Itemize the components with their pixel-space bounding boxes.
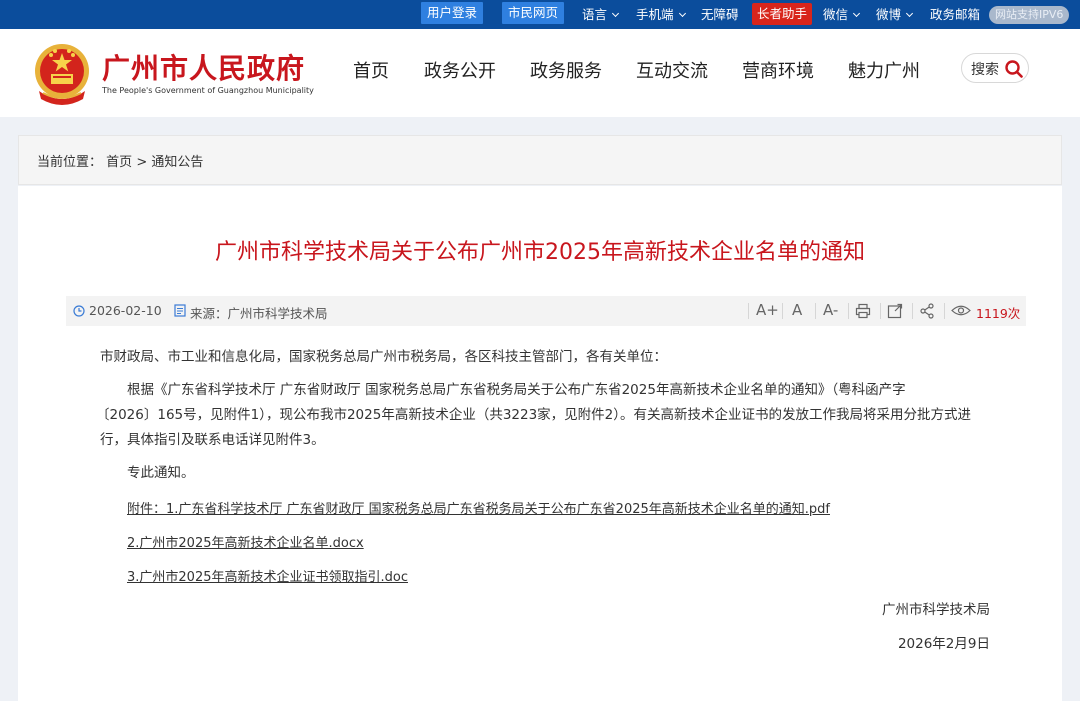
chevron-down-icon: [852, 9, 861, 18]
elder-assistant-button[interactable]: 长者助手: [752, 3, 813, 25]
signature: 广州市科学技术局: [882, 602, 990, 618]
article-container: 广州市科学技术局关于公布广州市2025年高新技术企业名单的通知 2026-02-…: [18, 186, 1062, 701]
breadcrumb-home-link[interactable]: 首页: [106, 155, 132, 170]
language-menu[interactable]: 语言: [582, 0, 620, 29]
top-bar: 用户登录 市民网页 语言 手机端 无障碍 长者助手 微信 微博 政务邮箱 网站支…: [0, 0, 1080, 29]
nav-business-env[interactable]: 营商环境: [742, 57, 814, 83]
national-emblem-icon: [35, 44, 89, 105]
body-paragraph-line3: 行，具体指引及联系电话详见附件3。: [100, 432, 325, 448]
body-paragraph-line1: 根据《广东省科学技术厅 广东省财政厅 国家税务总局广东省税务局关于公布广东省20…: [127, 382, 906, 398]
view-count: 1119次: [976, 306, 1021, 321]
nav-interaction[interactable]: 互动交流: [636, 57, 708, 83]
weibo-label: 微博: [876, 7, 902, 22]
attachment-link-1[interactable]: 附件：1.广东省科学技术厅 广东省财政厅 国家税务总局广东省税务局关于公布广东省…: [127, 498, 830, 517]
signature-date: 2026年2月9日: [897, 636, 990, 652]
nav-gov-affairs[interactable]: 政务公开: [424, 57, 496, 83]
site-title: 广州市人民政府: [102, 52, 306, 85]
nav-charm-gz[interactable]: 魅力广州: [848, 57, 920, 83]
article-title: 广州市科学技术局关于公布广州市2025年高新技术企业名单的通知: [215, 240, 865, 265]
breadcrumb-panel: 当前位置： 首页 > 通知公告: [18, 135, 1062, 185]
weibo-menu[interactable]: 微博: [876, 0, 914, 29]
nav-gov-services[interactable]: 政务服务: [530, 57, 602, 83]
mobile-menu[interactable]: 手机端: [636, 0, 686, 29]
search-label: 搜索: [971, 62, 999, 78]
site-subtitle: The People's Government of Guangzhou Mun…: [102, 86, 314, 95]
accessibility-link[interactable]: 无障碍: [701, 0, 739, 29]
chevron-down-icon: [611, 9, 620, 18]
closing-paragraph: 专此通知。: [127, 465, 195, 481]
wechat-label: 微信: [823, 7, 849, 22]
publish-date: 2026-02-10: [89, 303, 162, 318]
language-label: 语言: [582, 7, 608, 22]
greeting-paragraph: 市财政局、市工业和信息化局，国家税务总局广州市税务局，各区科技主管部门，各有关单…: [100, 349, 667, 365]
mobile-label: 手机端: [636, 7, 674, 22]
nav-home[interactable]: 首页: [353, 57, 389, 83]
article-meta-bar: 2026-02-10 来源：广州市科学技术局 A+ A A- 1119次: [66, 296, 1026, 326]
breadcrumb-current-link[interactable]: 通知公告: [151, 155, 203, 170]
ipv6-badge: 网站支持IPV6: [989, 6, 1070, 24]
article-source: 来源：广州市科学技术局: [190, 306, 328, 321]
breadcrumb-separator: >: [136, 155, 148, 170]
user-login-button[interactable]: 用户登录: [421, 2, 484, 24]
chevron-down-icon: [905, 9, 914, 18]
wechat-menu[interactable]: 微信: [823, 0, 861, 29]
breadcrumb: 当前位置： 首页 > 通知公告: [37, 151, 203, 170]
close-window-icon[interactable]: [887, 303, 903, 319]
document-icon: [174, 304, 186, 317]
clock-icon: [73, 305, 85, 317]
eye-icon: [951, 305, 971, 316]
body-paragraph-line2: 〔2026〕165号，见附件1），现公布我市2025年高新技术企业（共3223家…: [96, 407, 972, 423]
font-increase-button[interactable]: A+: [756, 301, 779, 319]
citizen-page-button[interactable]: 市民网页: [502, 2, 565, 24]
print-icon[interactable]: [855, 303, 871, 319]
breadcrumb-prefix: 当前位置：: [37, 155, 103, 170]
attachment-link-3[interactable]: 3.广州市2025年高新技术企业证书领取指引.doc: [127, 566, 408, 585]
search-icon: [1005, 60, 1023, 78]
font-default-button[interactable]: A: [792, 301, 802, 319]
attachment-link-2[interactable]: 2.广州市2025年高新技术企业名单.docx: [127, 532, 364, 551]
chevron-down-icon: [678, 9, 686, 18]
share-icon[interactable]: [919, 303, 935, 319]
gov-mail-link[interactable]: 政务邮箱: [930, 0, 980, 29]
search-button[interactable]: 搜索: [961, 53, 1029, 83]
font-decrease-button[interactable]: A-: [823, 301, 838, 319]
site-header: 广州市人民政府 The People's Government of Guang…: [0, 29, 1080, 117]
